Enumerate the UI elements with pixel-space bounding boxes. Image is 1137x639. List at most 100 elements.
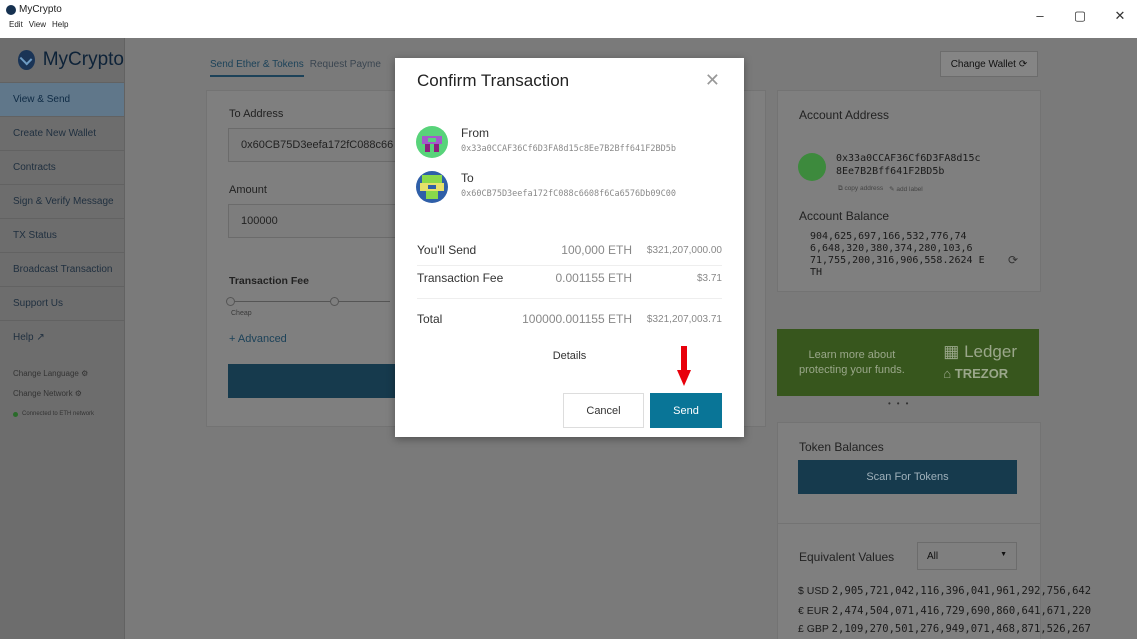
tab-request[interactable]: Request Payme	[310, 59, 381, 77]
change-language-link[interactable]: Change Language ⚙	[13, 364, 111, 384]
from-label: From	[461, 126, 489, 140]
equivalent-values-title: Equivalent Values	[799, 550, 895, 564]
send-amount-eth: 100,000 ETH	[561, 243, 632, 257]
details-toggle[interactable]: Details	[395, 350, 744, 362]
sidebar-item-broadcast[interactable]: Broadcast Transaction	[0, 252, 124, 286]
menu-help[interactable]: Help	[52, 20, 68, 29]
sidebar-settings: Change Language ⚙ Change Network ⚙ Conne…	[0, 354, 124, 434]
currency-select-value: All	[927, 550, 939, 562]
copy-address-link[interactable]: ⧉ copy address	[838, 185, 883, 193]
window-controls: – ▢ ✕	[1033, 8, 1127, 24]
from-address: 0x33a0CCAF36Cf6D3FA8d15c8Ee7B2Bff641F2BD…	[461, 144, 676, 154]
fee-amount-usd: $3.71	[696, 273, 722, 284]
window-titlebar: MyCrypto Edit View Help – ▢ ✕	[0, 0, 1137, 38]
total-label: Total	[417, 312, 443, 326]
cancel-button[interactable]: Cancel	[563, 393, 644, 428]
to-address: 0x60CB75D3eefa172fC088c6608f6Ca6576Db09C…	[461, 189, 676, 199]
add-label-link[interactable]: ✎ add label	[889, 185, 923, 193]
account-address-value: 0x33a0CCAF36Cf6D3FA8d15c 8Ee7B2Bff641F2B…	[836, 152, 981, 178]
fee-slider-handle[interactable]	[226, 297, 235, 306]
sidebar: MyCrypto View & Send Create New Wallet C…	[0, 38, 125, 639]
balance-line: TH	[810, 267, 823, 278]
ledger-icon: ▦	[943, 341, 960, 361]
banner-text-line: protecting your funds.	[799, 363, 905, 376]
close-icon[interactable]: ✕	[705, 70, 720, 91]
youll-send-label: You'll Send	[417, 243, 477, 257]
equiv-usd: $ USD 2,905,721,042,116,396,041,961,292,…	[798, 585, 1092, 597]
from-avatar	[416, 126, 448, 158]
equiv-gbp: £ GBP 2,109,270,501,276,949,071,468,871,…	[798, 623, 1091, 635]
red-arrow-icon	[677, 346, 691, 386]
equivalent-card	[777, 523, 1041, 639]
trezor-logo: ⌂ TREZOR	[943, 365, 1009, 381]
menu-edit[interactable]: Edit	[9, 20, 23, 29]
amount-input[interactable]: 100000	[228, 204, 402, 238]
tab-send[interactable]: Send Ether & Tokens	[210, 59, 304, 77]
sidebar-logo[interactable]: MyCrypto	[0, 38, 124, 82]
balance-line: 904,625,697,166,532,776,74	[810, 231, 967, 242]
scan-for-tokens-button[interactable]: Scan For Tokens	[798, 460, 1017, 494]
sidebar-item-view-send[interactable]: View & Send	[0, 82, 124, 116]
send-transaction-button-bg[interactable]	[228, 364, 398, 398]
account-address-line2: 8Ee7B2Bff641F2BD5b	[836, 166, 945, 177]
refresh-balance-icon[interactable]: ⟳	[1008, 253, 1018, 267]
menu-bar: Edit View Help	[9, 20, 68, 29]
to-avatar	[416, 171, 448, 203]
change-wallet-label: Change Wallet	[950, 58, 1016, 70]
fee-amount-eth: 0.001155 ETH	[555, 271, 633, 285]
total-amount-eth: 100000.001155 ETH	[522, 312, 632, 326]
account-balance-value: 904,625,697,166,532,776,74 6,648,320,380…	[810, 231, 985, 279]
sidebar-item-create-wallet[interactable]: Create New Wallet	[0, 116, 124, 150]
minimize-button[interactable]: –	[1033, 8, 1047, 24]
banner-brands: ▦ Ledger ⌂ TREZOR	[943, 341, 1017, 385]
equiv-eur: € EUR 2,474,504,071,416,729,690,860,641,…	[798, 605, 1092, 617]
balance-line: 71,755,200,316,906,558.2624 E	[810, 255, 985, 266]
logo-text: MyCrypto	[42, 49, 124, 70]
hardware-wallet-banner[interactable]: Learn more about protecting your funds. …	[777, 329, 1039, 396]
to-address-input[interactable]: 0x60CB75D3eefa172fC088c66	[228, 128, 402, 162]
send-button[interactable]: Send	[650, 393, 722, 428]
send-tabs: Send Ether & Tokens Request Payme	[210, 59, 381, 77]
advanced-link[interactable]: + Advanced	[229, 333, 287, 345]
maximize-button[interactable]: ▢	[1073, 8, 1087, 24]
network-status-text: Connected to ETH network	[22, 411, 95, 417]
app-area: MyCrypto View & Send Create New Wallet C…	[0, 38, 1137, 639]
mycrypto-logo-icon	[6, 4, 16, 15]
to-address-label: To Address	[229, 108, 284, 120]
trezor-icon: ⌂	[943, 365, 952, 381]
change-network-link[interactable]: Change Network ⚙	[13, 384, 111, 404]
sidebar-item-contracts[interactable]: Contracts	[0, 150, 124, 184]
change-wallet-button[interactable]: Change Wallet ⟳	[940, 51, 1038, 77]
sidebar-item-sign-verify[interactable]: Sign & Verify Message	[0, 184, 124, 218]
refresh-icon: ⟳	[1018, 58, 1028, 70]
transaction-fee-label: Transaction Fee	[229, 275, 309, 287]
window-title: MyCrypto	[6, 4, 62, 15]
ledger-logo: ▦ Ledger	[943, 341, 1017, 361]
divider	[417, 265, 722, 266]
sidebar-item-support[interactable]: Support Us	[0, 286, 124, 320]
total-amount-usd: $321,207,003.71	[646, 314, 722, 325]
divider	[417, 298, 722, 299]
sidebar-item-tx-status[interactable]: TX Status	[0, 218, 124, 252]
confirm-transaction-modal: Confirm Transaction ✕ From 0x33a0CCAF36C…	[395, 58, 744, 437]
banner-text-line: Learn more about	[808, 348, 896, 361]
menu-view[interactable]: View	[29, 20, 46, 29]
close-window-button[interactable]: ✕	[1113, 8, 1127, 24]
account-avatar	[798, 153, 826, 181]
token-balances-title: Token Balances	[799, 440, 884, 454]
account-address-line1: 0x33a0CCAF36Cf6D3FA8d15c	[836, 153, 981, 164]
account-balance-title: Account Balance	[799, 209, 890, 223]
fee-slider-track[interactable]	[230, 301, 390, 302]
fee-slider-step	[330, 297, 339, 306]
address-actions: ⧉ copy address ✎ add label	[838, 185, 923, 193]
amount-label: Amount	[229, 184, 267, 196]
fee-cheap-label: Cheap	[231, 310, 252, 317]
send-amount-usd: $321,207,000.00	[646, 245, 722, 256]
account-address-title: Account Address	[799, 108, 890, 122]
banner-text: Learn more about protecting your funds.	[799, 348, 905, 378]
logo-icon	[18, 50, 35, 70]
currency-select[interactable]: All ▼	[917, 542, 1017, 570]
balance-line: 6,648,320,380,374,280,103,6	[810, 243, 973, 254]
sidebar-item-help[interactable]: Help ↗	[0, 320, 124, 354]
carousel-dots[interactable]: •••	[888, 399, 914, 408]
